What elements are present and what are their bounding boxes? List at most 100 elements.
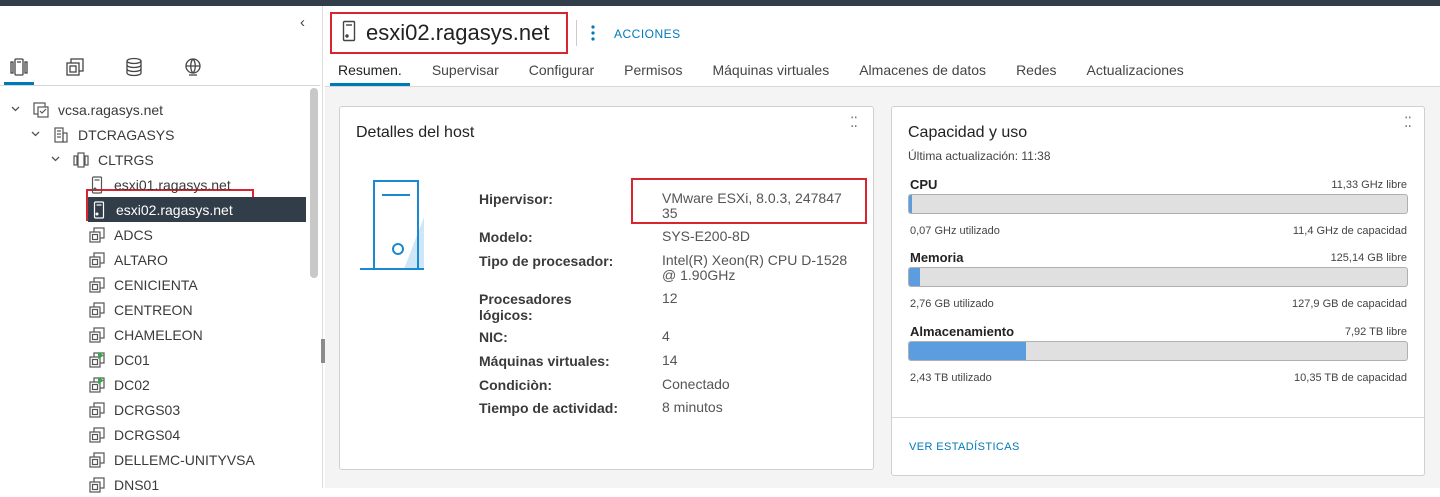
vm-icon xyxy=(88,276,106,294)
tab-almacenes-de-datos[interactable]: Almacenes de datos xyxy=(851,56,994,86)
chevron-down-icon[interactable] xyxy=(28,129,42,140)
object-tabs: Resumen. Supervisar Configurar Permisos … xyxy=(330,56,1206,86)
tab-maquinas-virtuales[interactable]: Máquinas virtuales xyxy=(704,56,837,86)
tree-item-centreon[interactable]: CENTREON xyxy=(88,297,193,322)
tree-item-label: DELLEMC-UNITYVSA xyxy=(114,451,255,468)
tree-item-label: esxi02.ragasys.net xyxy=(116,201,233,218)
tree-item-cenicienta[interactable]: CENICIENTA xyxy=(88,272,198,297)
usage-bar-memoria xyxy=(908,267,1408,287)
prop-label: NIC: xyxy=(479,329,508,345)
tree-item-dellemc-unityvsa[interactable]: DELLEMC-UNITYVSA xyxy=(88,447,255,472)
resource-used-almacenamiento: 2,43 TB utilizado xyxy=(910,372,992,384)
host-icon xyxy=(342,20,356,47)
actions-label: ACCIONES xyxy=(614,26,681,41)
storage-icon[interactable] xyxy=(119,52,149,82)
card-divider xyxy=(892,417,1424,418)
resource-capacity-almacenamiento: 10,35 TB de capacidad xyxy=(1294,372,1407,384)
vm-icon xyxy=(88,301,106,319)
prop-value: 14 xyxy=(662,352,678,368)
tree-item-altaro[interactable]: ALTARO xyxy=(88,247,168,272)
collapse-sidebar-button[interactable]: ‹ xyxy=(300,14,305,31)
cluster-icon xyxy=(72,151,90,169)
tree-item-dc02[interactable]: DC02 xyxy=(88,372,150,397)
header-divider xyxy=(576,20,577,46)
vcenter-icon xyxy=(32,101,50,119)
sidebar-scrollbar[interactable] xyxy=(310,88,318,278)
tree-item-vcsa-ragasys-net[interactable]: vcsa.ragasys.net xyxy=(8,97,163,122)
resource-free-almacenamiento: 7,92 TB libre xyxy=(1344,326,1407,338)
prop-label: Hipervisor: xyxy=(479,191,553,207)
host-details-card: Detalles del host ⁚⁚ Hipervisor: VMware E… xyxy=(339,106,874,470)
tab-redes[interactable]: Redes xyxy=(1008,56,1064,86)
tree-item-dc01[interactable]: DC01 xyxy=(88,347,150,372)
tree-item-dcrgs03[interactable]: DCRGS03 xyxy=(88,397,180,422)
tree-item-label: DC02 xyxy=(114,376,150,393)
tree-item-label: CENICIENTA xyxy=(114,276,198,293)
resource-used-cpu: 0,07 GHz utilizado xyxy=(910,225,1000,237)
tree-item-dtcragasys[interactable]: DTCRAGASYS xyxy=(28,122,174,147)
vm-icon xyxy=(88,451,106,469)
tab-supervisar[interactable]: Supervisar xyxy=(424,56,507,86)
tree-item-label: DCRGS03 xyxy=(114,401,181,418)
prop-value: Intel(R) Xeon(R) CPU D-1528 @ 1.90GHz xyxy=(662,252,848,283)
resource-capacity-cpu: 11,4 GHz de capacidad xyxy=(1292,225,1407,237)
tree-item-dcrgs04[interactable]: DCRGS04 xyxy=(88,422,180,447)
view-stats-link[interactable]: VER ESTADÍSTICAS xyxy=(909,441,1020,453)
highlight-box-hypervisor xyxy=(631,178,867,224)
tab-actualizaciones[interactable]: Actualizaciones xyxy=(1079,56,1192,86)
tree-item-label: DTCRAGASYS xyxy=(78,126,175,143)
chevron-down-icon[interactable] xyxy=(48,154,62,165)
last-update-text: Última actualización: 11:38 xyxy=(908,149,1051,163)
tab-configurar[interactable]: Configurar xyxy=(521,56,602,86)
drag-handle-icon[interactable]: ⁚⁚ xyxy=(1404,115,1412,129)
usage-bar-cpu xyxy=(908,194,1408,214)
tree-item-label: ALTARO xyxy=(114,251,168,268)
capacity-usage-card: Capacidad y uso ⁚⁚ Última actualización:… xyxy=(891,106,1425,476)
prop-label: Modelo: xyxy=(479,229,533,245)
prop-label: Tipo de procesador: xyxy=(479,253,614,269)
tree-item-cltrgs[interactable]: CLTRGS xyxy=(48,147,154,172)
prop-value: 4 xyxy=(662,328,670,344)
host-icon xyxy=(88,175,106,194)
prop-label: Tiempo de actividad: xyxy=(479,400,618,416)
vertical-ellipsis-icon xyxy=(590,24,600,43)
tree-item-label: CENTREON xyxy=(114,301,193,318)
resource-name-cpu: CPU xyxy=(910,177,938,192)
resource-free-memoria: 125,14 GB libre xyxy=(1330,252,1407,264)
vm-icon xyxy=(88,426,106,444)
vm-icon xyxy=(88,401,106,419)
actions-menu-button[interactable]: ACCIONES xyxy=(590,24,681,43)
resource-used-memoria: 2,76 GB utilizado xyxy=(910,298,994,310)
hosts-clusters-icon[interactable] xyxy=(4,52,34,85)
object-title-box: esxi02.ragasys.net xyxy=(330,12,568,54)
prop-label: Máquinas virtuales: xyxy=(479,353,610,369)
usage-bar-almacenamiento xyxy=(908,341,1408,361)
networking-icon[interactable] xyxy=(178,52,208,82)
vm-icon xyxy=(88,226,106,244)
drag-handle-icon[interactable]: ⁚⁚ xyxy=(850,115,858,129)
host-details-title: Detalles del host xyxy=(356,124,475,141)
capacity-title: Capacidad y uso xyxy=(908,124,1028,141)
host-icon xyxy=(90,200,108,219)
server-illustration-icon xyxy=(358,179,426,280)
tree-item-esxi02-ragasys-net[interactable]: esxi02.ragasys.net xyxy=(88,197,306,222)
tab-resumen[interactable]: Resumen. xyxy=(330,56,410,86)
tree-item-label: DC01 xyxy=(114,351,150,368)
usage-bar-fill xyxy=(909,268,920,286)
tree-item-label: esxi01.ragasys.net xyxy=(114,176,231,193)
tree-item-chameleon[interactable]: CHAMELEON xyxy=(88,322,203,347)
tree-item-dns01[interactable]: DNS01 xyxy=(88,472,159,497)
vm-icon xyxy=(88,476,106,494)
resource-name-almacenamiento: Almacenamiento xyxy=(910,324,1015,339)
tab-permisos[interactable]: Permisos xyxy=(616,56,690,86)
vms-templates-icon[interactable] xyxy=(60,52,90,82)
datacenter-icon xyxy=(52,126,70,144)
usage-bar-fill xyxy=(909,195,912,213)
prop-label: Condiciòn: xyxy=(479,377,553,393)
chevron-down-icon[interactable] xyxy=(8,104,22,115)
tree-item-esxi01-ragasys-net[interactable]: esxi01.ragasys.net xyxy=(88,172,231,197)
prop-value: 8 minutos xyxy=(662,399,723,415)
tree-item-label: DCRGS04 xyxy=(114,426,181,443)
resource-name-memoria: Memoria xyxy=(910,250,964,265)
tree-item-adcs[interactable]: ADCS xyxy=(88,222,153,247)
